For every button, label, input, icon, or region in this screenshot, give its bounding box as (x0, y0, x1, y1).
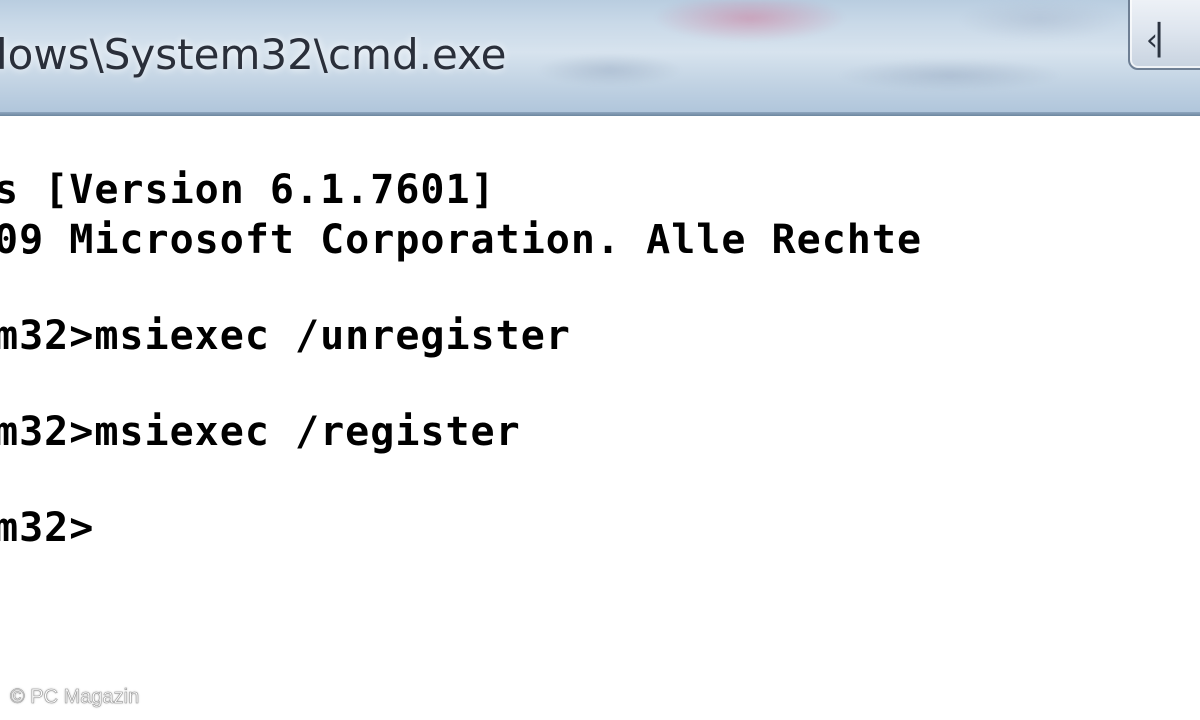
watermark: © PC Magazin (10, 686, 140, 709)
console-line-unregister: m32>msiexec /unregister (0, 313, 571, 359)
minimize-icon: ‹▏ (1146, 23, 1182, 58)
console-area[interactable]: s [Version 6.1.7601] 09 Microsoft Corpor… (0, 116, 1200, 720)
console-line-register: m32>msiexec /register (0, 409, 521, 455)
cmd-window: lows\System32\cmd.exe ‹▏ s [Version 6.1.… (0, 0, 1200, 720)
console-line-copyright: 09 Microsoft Corporation. Alle Rechte (0, 217, 923, 263)
minimize-button[interactable]: ‹▏ (1128, 0, 1200, 70)
console-line-prompt: m32> (0, 505, 95, 551)
titlebar-blurred-background (520, 0, 1140, 116)
window-title: lows\System32\cmd.exe (0, 30, 507, 79)
title-bar[interactable]: lows\System32\cmd.exe ‹▏ (0, 0, 1200, 116)
console-line-version: s [Version 6.1.7601] (0, 167, 496, 213)
